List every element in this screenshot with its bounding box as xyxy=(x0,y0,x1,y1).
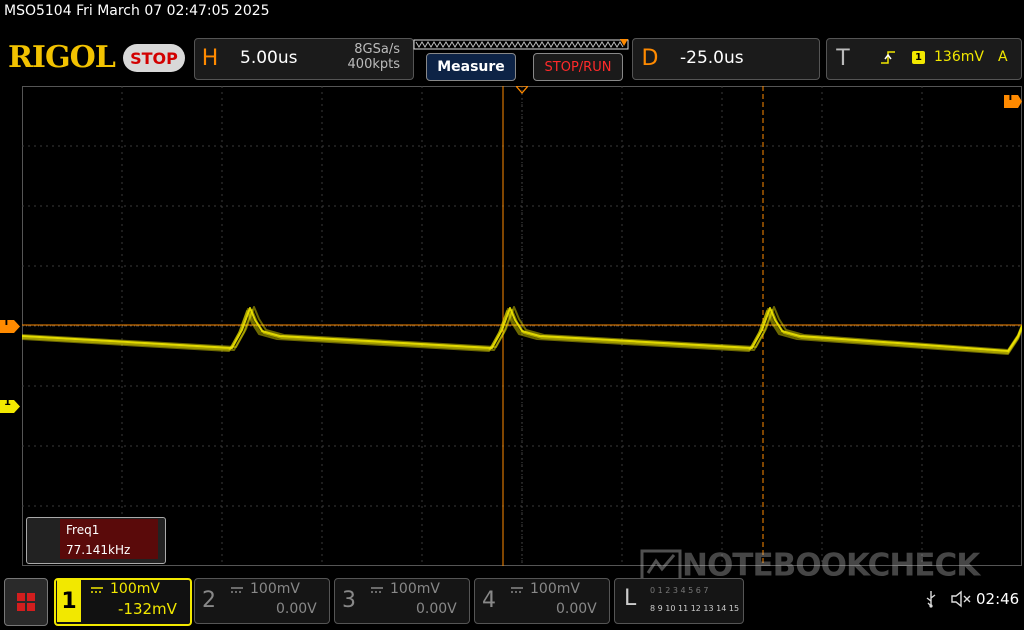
menu-grid-icon xyxy=(17,593,35,611)
run-state-button[interactable]: STOP xyxy=(123,44,185,72)
channel4-number: 4 xyxy=(482,588,496,613)
speaker-muted-icon[interactable] xyxy=(950,590,972,608)
rising-edge-icon xyxy=(881,51,895,64)
dc-coupling-icon xyxy=(511,587,523,593)
channel1-offset: -132mV xyxy=(118,600,177,618)
delay-value: -25.0us xyxy=(680,48,744,68)
window-title: MSO5104 Fri March 07 02:47:05 2025 xyxy=(4,3,270,19)
sample-rate: 8GSa/s xyxy=(354,42,400,57)
trigger-marker-label: T xyxy=(3,317,10,328)
logic-channels-high: 8 9 10 11 12 13 14 15 xyxy=(650,604,740,613)
rigol-logo: RIGOL xyxy=(8,40,116,75)
channel1-marker-label: 1 xyxy=(4,397,11,408)
clock-time: 02:46 xyxy=(976,590,1020,608)
memory-position-bar xyxy=(413,39,629,50)
channel2-offset: 0.00V xyxy=(276,601,317,617)
channel4-offset: 0.00V xyxy=(556,601,597,617)
dc-coupling-icon xyxy=(231,587,243,593)
trigger-position-marker[interactable] xyxy=(516,86,528,94)
logic-letter: L xyxy=(624,586,637,611)
dc-coupling-icon xyxy=(91,587,103,593)
measure-button[interactable]: Measure xyxy=(426,53,516,81)
channel1-offset-marker[interactable]: 1 xyxy=(0,397,20,413)
dc-coupling-icon xyxy=(371,587,383,593)
waveform-display[interactable] xyxy=(22,86,1022,566)
trigger-offscreen-label: T xyxy=(1007,92,1014,103)
delay-letter: D xyxy=(641,45,659,71)
sample-info: 8GSa/s 400kpts xyxy=(340,42,400,72)
channel4-scale: 100mV xyxy=(530,581,580,597)
memory-depth: 400kpts xyxy=(347,57,400,72)
main-menu-button[interactable] xyxy=(4,578,48,626)
trigger-offscreen-marker[interactable]: T xyxy=(1004,92,1022,108)
trigger-letter: T xyxy=(836,45,850,71)
channel3-scale: 100mV xyxy=(390,581,440,597)
usb-icon xyxy=(926,591,936,608)
stop-run-button[interactable]: STOP/RUN xyxy=(533,53,623,81)
channel1-number: 1 xyxy=(57,580,81,622)
timebase-value: 5.00us xyxy=(240,48,298,68)
channel2-scale: 100mV xyxy=(250,581,300,597)
channel3-offset: 0.00V xyxy=(416,601,457,617)
trigger-level-marker[interactable]: T xyxy=(0,317,20,333)
measurement-label: Freq1 xyxy=(66,523,100,537)
measurement-value: 77.141kHz xyxy=(66,543,131,557)
channel3-number: 3 xyxy=(342,588,356,613)
horizontal-letter: H xyxy=(201,45,219,71)
trigger-mode: A xyxy=(998,49,1008,65)
trigger-level: 136mV xyxy=(934,49,984,65)
channel2-number: 2 xyxy=(202,588,216,613)
logic-channels-low: 0 1 2 3 4 5 6 7 xyxy=(650,586,709,595)
trigger-source-badge: 1 xyxy=(912,51,925,64)
channel1-scale: 100mV xyxy=(110,581,160,597)
